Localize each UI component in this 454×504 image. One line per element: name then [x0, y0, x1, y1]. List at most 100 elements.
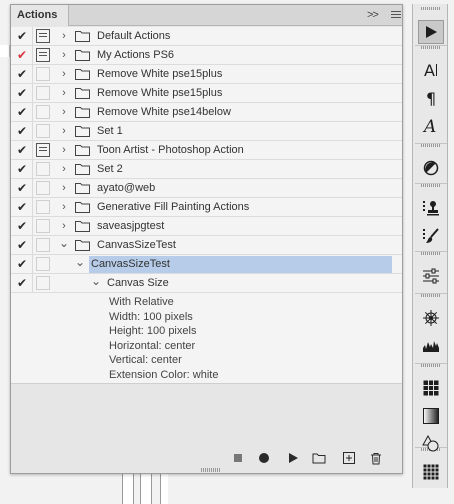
action-set-row[interactable]: ✔ › saveasjpgtest [11, 217, 402, 236]
patterns-tool[interactable] [418, 460, 444, 484]
group-grip[interactable] [421, 364, 441, 367]
toggle-checkmark-icon[interactable]: ✔ [15, 276, 29, 290]
toggle-checkmark-icon[interactable]: ✔ [15, 219, 29, 233]
chevron-down-icon[interactable]: ⌄ [75, 256, 85, 271]
collapse-panel-button[interactable]: >> [367, 9, 379, 21]
action-set-row[interactable]: ✔ › Set 1 [11, 122, 402, 141]
dialog-toggle-icon[interactable] [36, 86, 50, 100]
actions-tool[interactable] [418, 20, 444, 44]
swatches-tool[interactable] [418, 376, 444, 400]
action-set-row[interactable]: ✔ › My Actions PS6 [11, 46, 402, 65]
dialog-toggle-icon[interactable] [36, 219, 50, 233]
group-grip[interactable] [421, 144, 441, 147]
dialog-toggle-icon[interactable] [36, 105, 50, 119]
action-set-row[interactable]: ✔ › Remove White pse15plus [11, 84, 402, 103]
action-set-row[interactable]: ✔ › Toon Artist - Photoshop Action [11, 141, 402, 160]
chevron-right-icon[interactable]: › [59, 200, 69, 214]
paragraph-tool[interactable]: ¶ [418, 86, 444, 110]
dialog-toggle-icon[interactable] [36, 257, 50, 271]
toggle-checkmark-icon[interactable]: ✔ [15, 124, 29, 138]
dialog-toggle-icon[interactable] [36, 276, 50, 290]
group-divider [415, 183, 447, 184]
svg-text:¶: ¶ [426, 89, 436, 107]
dialog-toggle-icon[interactable] [36, 162, 50, 176]
chevron-right-icon[interactable]: › [59, 124, 69, 138]
group-grip[interactable] [421, 46, 441, 49]
new-set-button[interactable] [311, 450, 327, 466]
dialog-toggle-icon[interactable] [36, 48, 50, 62]
toggle-checkmark-icon[interactable]: ✔ [15, 257, 29, 271]
group-grip[interactable] [421, 184, 441, 187]
chevron-right-icon[interactable]: › [59, 162, 69, 176]
column-divider [32, 103, 33, 122]
shapes-icon [422, 435, 440, 453]
folder-icon [75, 201, 90, 213]
glyphs-tool[interactable]: A [418, 114, 444, 138]
action-set-row[interactable]: ✔ › Set 2 [11, 160, 402, 179]
navigator-tool[interactable] [418, 306, 444, 330]
chevron-right-icon[interactable]: › [59, 143, 69, 157]
dialog-toggle-icon[interactable] [36, 238, 50, 252]
toggle-checkmark-icon[interactable]: ✔ [15, 143, 29, 157]
action-set-row[interactable]: ✔ › Default Actions [11, 27, 402, 46]
chevron-right-icon[interactable]: › [59, 67, 69, 81]
delete-button[interactable] [368, 450, 384, 466]
pilcrow-icon: ¶ [423, 89, 439, 107]
dialog-toggle-icon[interactable] [36, 29, 50, 43]
tab-actions[interactable]: Actions [11, 5, 69, 26]
column-divider [32, 84, 33, 103]
properties-tool[interactable] [418, 264, 444, 288]
shapes-tool[interactable] [418, 432, 444, 456]
toggle-checkmark-icon[interactable]: ✔ [15, 162, 29, 176]
action-name: Remove White pse15plus [97, 87, 223, 99]
action-row[interactable]: ✔ ⌄ Canvas Size [11, 274, 402, 293]
chevron-right-icon[interactable]: › [59, 29, 69, 43]
background-column [140, 470, 152, 504]
new-action-button[interactable] [341, 450, 357, 466]
toggle-checkmark-icon[interactable]: ✔ [15, 86, 29, 100]
dialog-toggle-icon[interactable] [36, 124, 50, 138]
group-grip[interactable] [421, 294, 441, 297]
dialog-toggle-icon[interactable] [36, 67, 50, 81]
record-button[interactable] [256, 450, 272, 466]
actions-list[interactable]: ✔ › Default Actions ✔ › My Actions PS6 ✔ › Remov… [11, 27, 402, 383]
dialog-toggle-icon[interactable] [36, 200, 50, 214]
panel-menu-icon[interactable] [391, 9, 401, 21]
action-row[interactable]: ✔ ⌄ CanvasSizeTest [11, 255, 402, 274]
dialog-toggle-icon[interactable] [36, 143, 50, 157]
chevron-down-icon[interactable]: ⌄ [59, 237, 69, 252]
play-button[interactable] [285, 450, 301, 466]
action-set-row[interactable]: ✔ › Remove White pse15plus [11, 65, 402, 84]
folder-icon [75, 220, 90, 232]
gradients-tool[interactable] [418, 404, 444, 428]
toggle-checkmark-icon[interactable]: ✔ [15, 105, 29, 119]
group-grip[interactable] [421, 7, 441, 10]
action-set-row[interactable]: ✔ › ayato@web [11, 179, 402, 198]
toggle-checkmark-icon[interactable]: ✔ [15, 67, 29, 81]
chevron-right-icon[interactable]: › [59, 86, 69, 100]
chevron-right-icon[interactable]: › [59, 48, 69, 62]
chevron-right-icon[interactable]: › [59, 219, 69, 233]
resize-grip[interactable] [201, 468, 221, 472]
brush-settings-tool[interactable] [418, 224, 444, 248]
dialog-toggle-icon[interactable] [36, 181, 50, 195]
toggle-checkmark-icon[interactable]: ✔ [15, 181, 29, 195]
toggle-checkmark-icon[interactable]: ✔ [15, 29, 29, 43]
chevron-down-icon[interactable]: ⌄ [91, 275, 101, 290]
toggle-checkmark-icon[interactable]: ✔ [15, 238, 29, 252]
action-set-row[interactable]: ✔ ⌄ CanvasSizeTest [11, 236, 402, 255]
chevron-right-icon[interactable]: › [59, 181, 69, 195]
action-name: saveasjpgtest [97, 220, 165, 232]
action-set-row[interactable]: ✔ › Generative Fill Painting Actions [11, 198, 402, 217]
adjustments-tool[interactable] [418, 156, 444, 180]
histogram-tool[interactable] [418, 334, 444, 358]
action-set-row[interactable]: ✔ › Remove White pse14below [11, 103, 402, 122]
group-grip[interactable] [421, 252, 441, 255]
play-icon [423, 24, 439, 40]
chevron-right-icon[interactable]: › [59, 105, 69, 119]
character-tool[interactable]: A [418, 58, 444, 82]
clone-source-tool[interactable] [418, 196, 444, 220]
toggle-checkmark-icon[interactable]: ✔ [15, 200, 29, 214]
toggle-checkmark-icon[interactable]: ✔ [15, 48, 29, 62]
stop-button[interactable] [230, 450, 246, 466]
